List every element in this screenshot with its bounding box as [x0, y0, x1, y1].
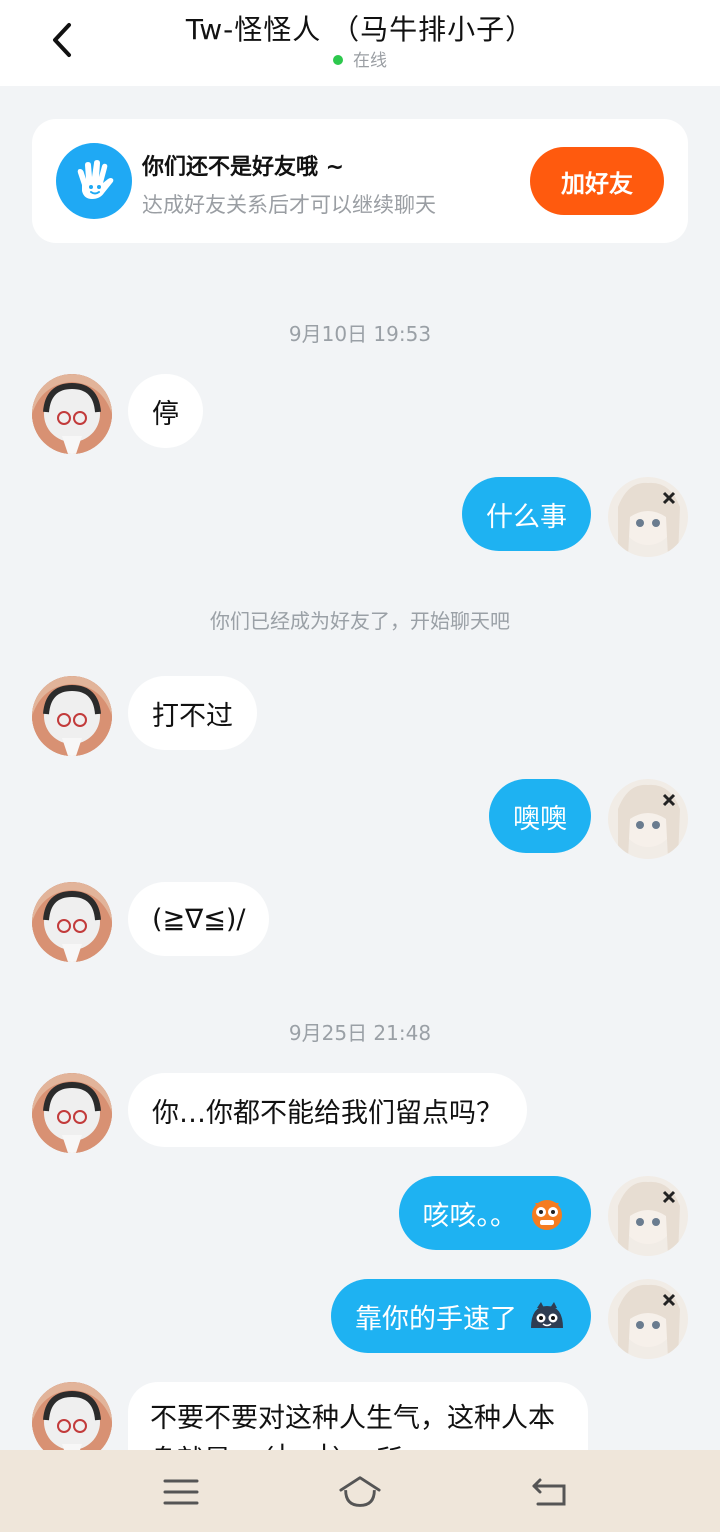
avatar-me[interactable]: [608, 477, 688, 557]
message-bubble-outgoing[interactable]: 靠你的手速了: [331, 1279, 591, 1353]
avatar-other[interactable]: [32, 1073, 112, 1153]
message-bubble-outgoing[interactable]: 噢噢: [489, 779, 591, 853]
avatar-other[interactable]: [32, 676, 112, 756]
timestamp: 9月10日 19:53: [288, 322, 432, 346]
message-bubble-incoming[interactable]: (≧∇≦)/: [128, 882, 270, 956]
add-friend-button[interactable]: 加好友: [530, 147, 664, 215]
friend-notice-card: 你们还不是好友哦 ~ 达成好友关系后才可以继续聊天 加好友: [32, 119, 688, 243]
message-bubble-outgoing[interactable]: 什么事: [462, 477, 591, 551]
message-bubble-incoming[interactable]: 停: [128, 374, 203, 448]
notice-title: 你们还不是好友哦 ~: [142, 155, 345, 180]
menu-icon: [163, 1479, 199, 1505]
home-icon: [339, 1476, 381, 1507]
back-icon: [532, 1478, 566, 1506]
avatar-me[interactable]: [608, 779, 688, 859]
message-bubble-outgoing[interactable]: 咳咳。。: [398, 1176, 591, 1250]
dark-blob-emoji-icon: [531, 1302, 563, 1328]
online-status: 在线: [0, 46, 720, 71]
avatar-other[interactable]: [32, 882, 112, 962]
system-notice: 你们已经成为好友了，开始聊天吧: [210, 609, 510, 633]
avatar-me[interactable]: [608, 1279, 688, 1359]
back-nav-button[interactable]: [528, 1472, 572, 1512]
menu-button[interactable]: [159, 1472, 203, 1512]
orange-monster-emoji-icon: [532, 1200, 562, 1230]
system-nav-bar: [0, 1450, 720, 1532]
timestamp: 9月25日 21:48: [288, 1021, 432, 1045]
status-text: 在线: [353, 51, 387, 71]
message-text: 咳咳。。: [422, 1200, 518, 1232]
chat-header: Tw-怪怪人 （马牛排小子） 在线: [0, 0, 720, 86]
message-text: 靠你的手速了: [355, 1303, 517, 1335]
message-bubble-incoming[interactable]: 打不过: [128, 676, 257, 750]
notice-subtitle: 达成好友关系后才可以继续聊天: [142, 193, 436, 217]
chat-title: Tw-怪怪人 （马牛排小子）: [185, 13, 535, 46]
online-dot-icon: [333, 55, 343, 65]
avatar-me[interactable]: [608, 1176, 688, 1256]
avatar-other[interactable]: [32, 374, 112, 454]
home-button[interactable]: [338, 1472, 382, 1512]
wave-hand-icon: [56, 143, 132, 219]
message-bubble-incoming[interactable]: 你…你都不能给我们留点吗？: [128, 1073, 527, 1147]
